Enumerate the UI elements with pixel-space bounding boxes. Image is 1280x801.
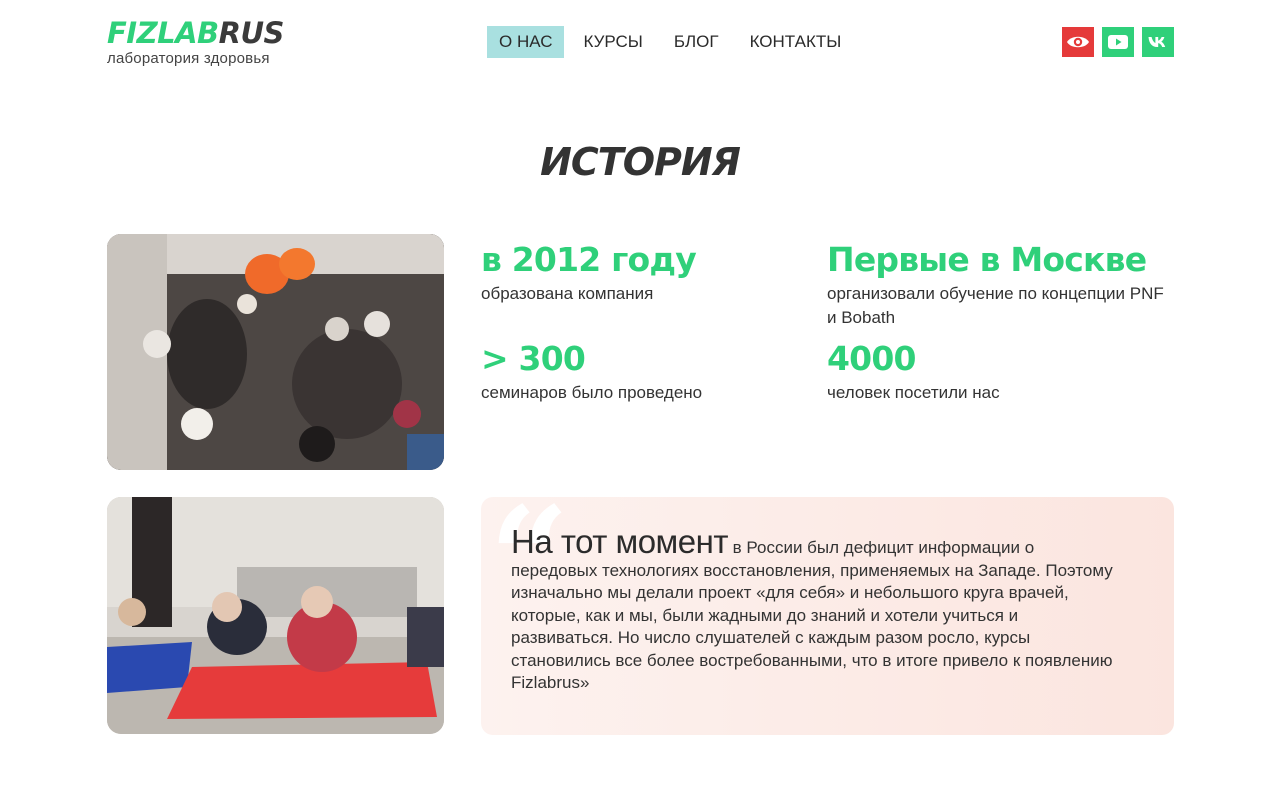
quote-lead: На тот момент (511, 523, 728, 560)
stat-description: образована компания (481, 284, 654, 303)
stat-value: Первые в Москве (827, 240, 1147, 279)
nav-item-contacts[interactable]: КОНТАКТЫ (738, 26, 854, 58)
nav-item-about[interactable]: О НАС (487, 26, 565, 58)
section-title: ИСТОРИЯ (540, 140, 741, 184)
stat-value: в 2012 году (481, 240, 697, 279)
stat-value: > 300 (481, 339, 586, 378)
logo-wordmark: FIZLABRUS (107, 16, 284, 50)
main-nav: О НАС КУРСЫ БЛОГ КОНТАКТЫ (487, 26, 860, 58)
eye-icon (1067, 36, 1089, 48)
nav-item-blog[interactable]: БЛОГ (662, 26, 731, 58)
stat-founded: в 2012 году образована компания (481, 240, 697, 306)
nav-item-courses[interactable]: КУРСЫ (571, 26, 654, 58)
stat-visitors: 4000 человек посетили нас (827, 339, 1000, 405)
logo-part-green: FIZLAB (107, 16, 219, 50)
stat-first-in-moscow: Первые в Москве организовали обучение по… (827, 240, 1167, 330)
stat-description: организовали обучение по концепции PNF и… (827, 284, 1164, 327)
mat-exercise-photo (107, 497, 444, 734)
vk-icon (1148, 37, 1166, 47)
seminar-group-photo (107, 234, 444, 470)
youtube-icon (1108, 35, 1128, 49)
stat-description: семинаров было проведено (481, 383, 703, 402)
logo[interactable]: FIZLABRUS лаборатория здоровья (107, 16, 284, 67)
youtube-button[interactable] (1102, 27, 1134, 57)
history-quote-box: “ На тот момент в России был дефицит инф… (481, 489, 1174, 735)
accessibility-eye-button[interactable] (1062, 27, 1094, 57)
social-links (1062, 27, 1174, 57)
vk-button[interactable] (1142, 27, 1174, 57)
quote-body: в России был дефицит информации о передо… (511, 538, 1113, 692)
stat-value: 4000 (827, 339, 916, 378)
quote-text: На тот момент в России был дефицит инфор… (511, 525, 1121, 695)
stat-seminars: > 300 семинаров было проведено (481, 339, 702, 405)
logo-part-dark: RUS (218, 16, 285, 50)
logo-subtitle: лаборатория здоровья (107, 50, 270, 67)
stat-description: человек посетили нас (827, 383, 1000, 402)
